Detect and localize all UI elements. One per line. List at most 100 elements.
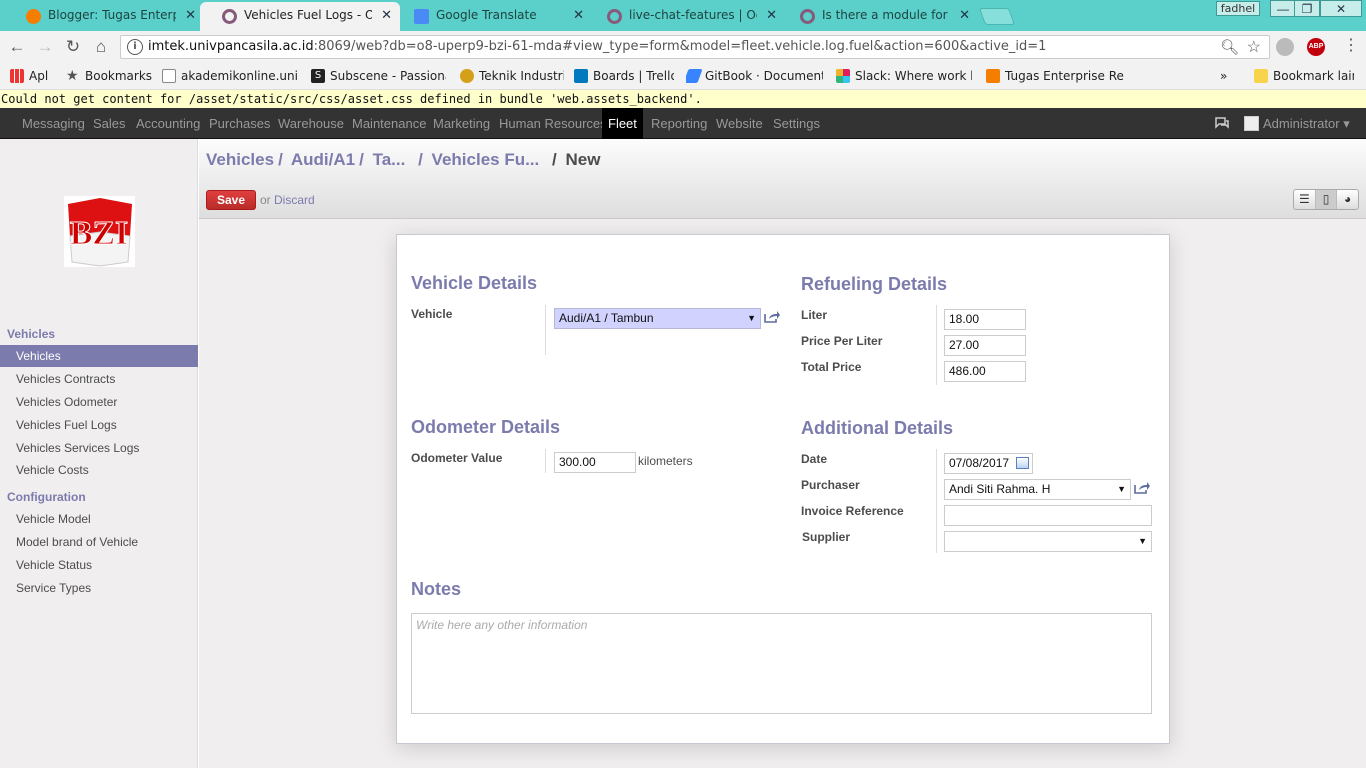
restore-button[interactable]: ❐ bbox=[1294, 0, 1320, 17]
main-content: Vehicles / Audi/A1/ Ta... / Vehicles Fu..… bbox=[199, 139, 1366, 768]
home-icon[interactable]: ⌂ bbox=[90, 36, 112, 58]
forward-icon[interactable]: → bbox=[34, 36, 56, 58]
odometer-value-field[interactable]: 300.00 bbox=[554, 452, 636, 473]
sidebar-item-vehicles-odometer[interactable]: Vehicles Odometer bbox=[0, 391, 198, 413]
menu-website[interactable]: Website bbox=[712, 108, 767, 139]
bookmark-item[interactable]: S Subscene - Passionat bbox=[311, 68, 446, 85]
bookmark-item[interactable]: ★ Bookmarks bbox=[66, 68, 152, 85]
sidebar-item-model-brand[interactable]: Model brand of Vehicle bbox=[0, 531, 198, 553]
browser-tab[interactable]: Is there a module for pr ✕ bbox=[778, 2, 978, 31]
breadcrumb-item[interactable]: Vehicles bbox=[206, 150, 274, 169]
minimize-button[interactable]: — bbox=[1270, 0, 1296, 17]
close-icon[interactable]: ✕ bbox=[959, 2, 970, 29]
sidebar-item-vehicles-fuel-logs[interactable]: Vehicles Fuel Logs bbox=[0, 414, 198, 436]
menu-human-resources[interactable]: Human Resources bbox=[495, 108, 611, 139]
url-text[interactable]: imtek.univpancasila.ac.id:8069/web?db=o8… bbox=[148, 39, 1046, 54]
bookmark-item[interactable]: Apl bbox=[10, 68, 58, 85]
new-tab-button[interactable] bbox=[978, 8, 1016, 25]
menu-marketing[interactable]: Marketing bbox=[429, 108, 494, 139]
total-price-label: Total Price bbox=[801, 360, 862, 374]
vehicle-select[interactable]: Audi/A1 / Tambun ▼ bbox=[554, 308, 761, 329]
menu-sales[interactable]: Sales bbox=[89, 108, 130, 139]
odoo-icon bbox=[607, 9, 622, 24]
browser-tab-active[interactable]: Vehicles Fuel Logs - Odo ✕ bbox=[200, 2, 400, 31]
discard-button[interactable]: Discard bbox=[274, 193, 315, 207]
close-icon[interactable]: ✕ bbox=[381, 2, 392, 29]
sidebar-item-vehicle-status[interactable]: Vehicle Status bbox=[0, 554, 198, 576]
supplier-select[interactable]: ▼ bbox=[944, 531, 1152, 552]
zoom-icon[interactable]: 🔍︎ bbox=[1220, 38, 1239, 56]
folder-icon bbox=[1254, 69, 1268, 83]
price-per-liter-field[interactable]: 27.00 bbox=[944, 335, 1026, 356]
graph-view-icon[interactable]: ◕ bbox=[1337, 190, 1358, 209]
bookmark-item[interactable]: Boards | Trello bbox=[574, 68, 674, 85]
purchaser-label: Purchaser bbox=[801, 478, 860, 492]
sidebar: BZI Vehicles Vehicles Vehicles Contracts… bbox=[0, 139, 198, 768]
breadcrumb-item[interactable]: Vehicles Fu... bbox=[432, 150, 540, 169]
external-link-icon[interactable] bbox=[1134, 481, 1151, 495]
external-link-icon[interactable] bbox=[764, 310, 781, 324]
date-field[interactable]: 07/08/2017 bbox=[944, 453, 1033, 474]
date-label: Date bbox=[801, 452, 828, 466]
bookmark-item[interactable]: Tugas Enterprise Res bbox=[986, 68, 1124, 85]
menu-reporting[interactable]: Reporting bbox=[647, 108, 711, 139]
sidebar-item-vehicle-model[interactable]: Vehicle Model bbox=[0, 508, 198, 530]
form-view-icon[interactable]: ▯ bbox=[1315, 190, 1338, 209]
calendar-icon[interactable] bbox=[1016, 457, 1029, 469]
menu-icon[interactable]: ⋮ bbox=[1343, 35, 1359, 55]
browser-tab[interactable]: Blogger: Tugas Enterpris ✕ bbox=[4, 2, 204, 31]
bookmark-item[interactable]: Teknik Industri bbox=[460, 68, 564, 85]
tab-title: live-chat-features | Odoo bbox=[629, 8, 757, 22]
extension-icon[interactable] bbox=[1276, 38, 1294, 56]
chat-icon[interactable] bbox=[1215, 117, 1229, 129]
bookmark-item[interactable]: Slack: Where work ha bbox=[836, 68, 972, 85]
liter-field[interactable]: 18.00 bbox=[944, 309, 1026, 330]
close-icon[interactable]: ✕ bbox=[573, 2, 584, 29]
bookmark-star-icon[interactable]: ☆ bbox=[1247, 37, 1261, 57]
profile-button[interactable]: fadhel bbox=[1216, 1, 1260, 16]
address-bar[interactable]: i imtek.univpancasila.ac.id:8069/web?db=… bbox=[120, 35, 1270, 59]
sidebar-item-vehicles-services-logs[interactable]: Vehicles Services Logs bbox=[0, 437, 198, 459]
user-menu[interactable]: Administrator ▾ bbox=[1244, 108, 1350, 139]
breadcrumb-item[interactable]: Audi/A1 bbox=[291, 150, 355, 169]
vehicle-details-title: Vehicle Details bbox=[411, 273, 538, 293]
browser-toolbar: ← → ↻ ⌂ i imtek.univpancasila.ac.id:8069… bbox=[0, 31, 1366, 63]
sidebar-item-vehicles-contracts[interactable]: Vehicles Contracts bbox=[0, 368, 198, 390]
close-icon[interactable]: ✕ bbox=[185, 2, 196, 29]
menu-messaging[interactable]: Messaging bbox=[18, 108, 89, 139]
sidebar-item-vehicle-costs[interactable]: Vehicle Costs bbox=[0, 459, 198, 481]
menu-maintenance[interactable]: Maintenance bbox=[348, 108, 430, 139]
invoice-reference-field[interactable] bbox=[944, 505, 1152, 526]
tab-title: Is there a module for pr bbox=[822, 8, 950, 22]
dropdown-arrow-icon: ▼ bbox=[747, 313, 756, 323]
more-bookmarks-button[interactable]: » bbox=[1220, 68, 1234, 85]
bookmark-item[interactable]: GitBook · Documenta bbox=[686, 68, 823, 85]
subscene-icon: S bbox=[311, 69, 325, 83]
company-logo[interactable]: BZI bbox=[64, 196, 135, 267]
browser-tab[interactable]: Google Translate ✕ bbox=[392, 2, 592, 31]
menu-accounting[interactable]: Accounting bbox=[132, 108, 204, 139]
back-icon[interactable]: ← bbox=[6, 36, 28, 58]
bookmark-item[interactable]: akademikonline.univ bbox=[162, 68, 297, 85]
close-window-button[interactable]: ✕ bbox=[1320, 0, 1362, 17]
reload-icon[interactable]: ↻ bbox=[62, 36, 84, 58]
breadcrumb-item[interactable]: Ta... bbox=[373, 150, 406, 169]
other-bookmarks-folder[interactable]: Bookmark lain bbox=[1254, 68, 1354, 85]
close-icon[interactable]: ✕ bbox=[766, 2, 777, 29]
purchaser-select[interactable]: Andi Siti Rahma. H ▼ bbox=[944, 479, 1131, 500]
menu-settings[interactable]: Settings bbox=[769, 108, 824, 139]
notes-textarea[interactable]: Write here any other information bbox=[411, 613, 1152, 714]
sidebar-item-service-types[interactable]: Service Types bbox=[0, 577, 198, 599]
menu-warehouse[interactable]: Warehouse bbox=[274, 108, 348, 139]
menu-fleet[interactable]: Fleet bbox=[602, 108, 643, 139]
list-view-icon[interactable]: ☰ bbox=[1294, 190, 1316, 209]
additional-details-title: Additional Details bbox=[801, 418, 954, 438]
sidebar-item-vehicles[interactable]: Vehicles bbox=[0, 345, 198, 367]
save-button[interactable]: Save bbox=[206, 190, 256, 210]
adblock-icon[interactable]: ABP bbox=[1307, 38, 1325, 56]
info-icon[interactable]: i bbox=[127, 39, 143, 55]
menu-purchases[interactable]: Purchases bbox=[205, 108, 274, 139]
total-price-field[interactable]: 486.00 bbox=[944, 361, 1026, 382]
browser-tab[interactable]: live-chat-features | Odoo ✕ bbox=[585, 2, 785, 31]
bookmark-label: Apl bbox=[29, 69, 49, 83]
